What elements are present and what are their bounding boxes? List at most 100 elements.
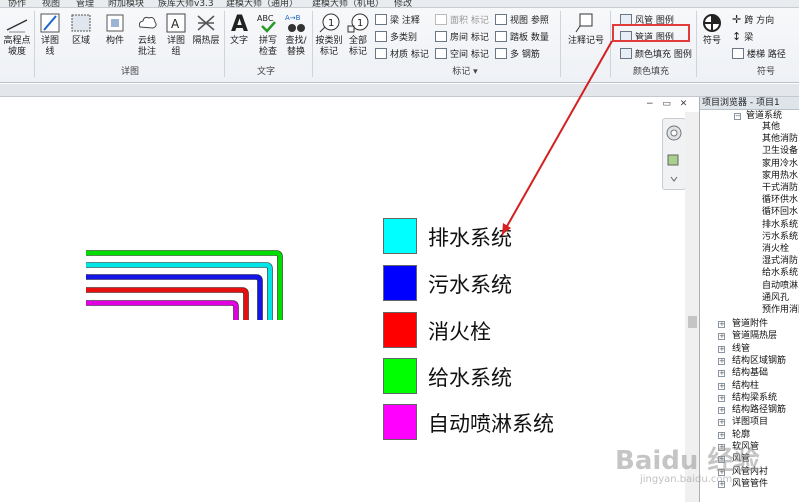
navigation-bar[interactable] [662,118,686,190]
legend-swatch [383,265,417,301]
menu-item[interactable]: 协作 [8,0,26,7]
tree-leaf[interactable]: 干式消防系统 [762,183,799,194]
group-label-symbol: 符号 [756,67,775,77]
group-label-color-fill: 颜色填充 [632,67,669,77]
tree-leaf[interactable]: 其他消防系统 [762,134,799,145]
svg-text:ABC: ABC [257,14,274,23]
detail-line-icon [40,13,60,33]
pipe-legend-highlight [612,24,690,42]
tree-node[interactable]: 管道附件 [732,319,768,330]
menu-item[interactable]: 建模大师（机电） [312,0,384,7]
beam-annotation-button[interactable]: 梁 注释 [375,13,420,26]
svg-text:A→B: A→B [285,14,301,22]
legend-label: 污水系统 [428,273,512,297]
tree-node[interactable]: 结构柱 [732,381,759,392]
tree-leaf[interactable]: 家用冷水 [762,159,798,170]
legend-label: 给水系统 [428,366,512,390]
beam-icon: ↕ [732,30,742,43]
beam-button[interactable]: ↕ 梁 [732,30,753,43]
collapse-icon[interactable]: − [734,113,741,120]
scrollbar-thumb[interactable] [688,316,697,328]
detail-group-icon: A [166,13,186,33]
material-tag-button[interactable]: 材质 标记 [375,47,429,60]
menu-item[interactable]: 附加模块 [108,0,144,7]
watermark-logo: Baidu 经验 [615,446,760,476]
color-fill-legend-icon [620,48,632,59]
menu-item[interactable]: 族库大师v3.3 [158,0,214,7]
span-direction-button[interactable]: ✛ 跨 方向 [732,13,774,26]
spot-slope-button[interactable]: 高程点 坡度 [2,12,32,58]
revision-cloud-button[interactable]: 云线 批注 [132,12,162,58]
tree-leaf[interactable]: 污水系统 [762,232,798,243]
expand-icon[interactable]: + [718,419,725,427]
menu-item[interactable]: 管理 [76,0,94,7]
keynote-icon [575,13,593,33]
room-tag-icon [435,31,447,42]
tree-leaf[interactable]: 湿式消防系统 [762,256,799,267]
tree-leaf[interactable]: 循环供水 [762,195,798,206]
multi-category-button[interactable]: 多类别 [375,30,417,43]
tree-node-pipe-systems[interactable]: 管道系统 [746,111,782,122]
tag-by-category-button[interactable]: 1 按类别 标记 [314,12,344,58]
tree-node[interactable]: 结构区域钢筋 [732,356,786,367]
tree-leaf[interactable]: 循环回水 [762,207,798,218]
insulation-button[interactable]: 隔热层 [190,12,222,47]
expand-icon[interactable]: + [718,370,725,378]
tree-leaf[interactable]: 消火栓 [762,244,789,255]
find-replace-button[interactable]: A→B 查找/ 替换 [282,12,310,58]
tree-node[interactable]: 线管 [732,344,750,355]
svg-text:1: 1 [328,18,334,29]
ribbon: 高程点 坡度 详图 线 区域 构件 云线 批注 A 详图 组 隔热层 详图 A … [0,8,799,83]
options-bar [0,84,799,97]
tree-node[interactable]: 风管管件 [732,479,768,490]
tree-leaf[interactable]: 家用热水 [762,171,798,182]
tree-node[interactable]: 结构梁系统 [732,393,777,404]
text-button[interactable]: A 文字 [226,10,252,47]
expand-icon[interactable]: + [718,382,725,390]
tree-leaf[interactable]: 通风孔 [762,293,789,304]
stair-path-button[interactable]: 楼梯 路径 [732,47,786,60]
view-reference-button[interactable]: 视图 参照 [495,13,549,26]
tree-node[interactable]: 结构基础 [732,368,768,379]
steering-wheel-icon [666,125,682,182]
svg-text:1: 1 [357,18,363,29]
tree-leaf[interactable]: 自动喷淋系统 [762,281,799,292]
component-button[interactable]: 构件 [100,12,130,47]
expand-icon[interactable]: + [718,357,725,365]
view-window-controls[interactable]: − ▭ ✕ [646,99,690,109]
detail-group-button[interactable]: A 详图 组 [162,12,190,58]
color-fill-legend-button[interactable]: 颜色填充 图例 [620,47,692,60]
area-tag-button[interactable]: 面积 标记 [435,13,489,26]
symbol-button[interactable]: 符号 [699,12,725,47]
spell-check-button[interactable]: ABC 拼写 检查 [254,12,282,58]
menu-item[interactable]: 视图 [42,0,60,7]
expand-icon[interactable]: + [718,333,725,341]
tree-leaf[interactable]: 其他 [762,122,780,133]
legend-swatch [383,404,417,440]
tree-leaf[interactable]: 预作用消防系统 [762,305,799,316]
region-button[interactable]: 区域 [66,12,96,47]
room-tag-button[interactable]: 房间 标记 [435,30,489,43]
tree-node[interactable]: 结构路径钢筋 [732,405,786,416]
tree-leaf[interactable]: 排水系统 [762,220,798,231]
expand-icon[interactable]: + [718,407,725,415]
tree-leaf[interactable]: 卫生设备 [762,146,798,157]
expand-icon[interactable]: + [718,431,725,439]
slope-icon [6,19,28,33]
binoculars-icon: A→B [285,14,305,32]
tag-all-button[interactable]: 1 全部 标记 [344,12,372,58]
space-tag-button[interactable]: 空间 标记 [435,47,489,60]
expand-icon[interactable]: + [718,321,725,328]
expand-icon[interactable]: + [718,394,725,402]
area-tag-icon [435,14,447,25]
tree-node[interactable]: 详图项目 [732,417,768,428]
menu-item[interactable]: 建模大师（通用） [226,0,298,7]
tree-leaf[interactable]: 给水系统 [762,268,798,279]
menu-item[interactable]: 修改 [394,0,412,7]
cloud-icon [138,16,157,29]
detail-line-button[interactable]: 详图 线 [36,12,64,58]
beam-annotation-icon [375,14,387,25]
tree-node[interactable]: 管道隔热层 [732,331,777,342]
insulation-icon [197,15,215,31]
expand-icon[interactable]: + [718,345,725,353]
